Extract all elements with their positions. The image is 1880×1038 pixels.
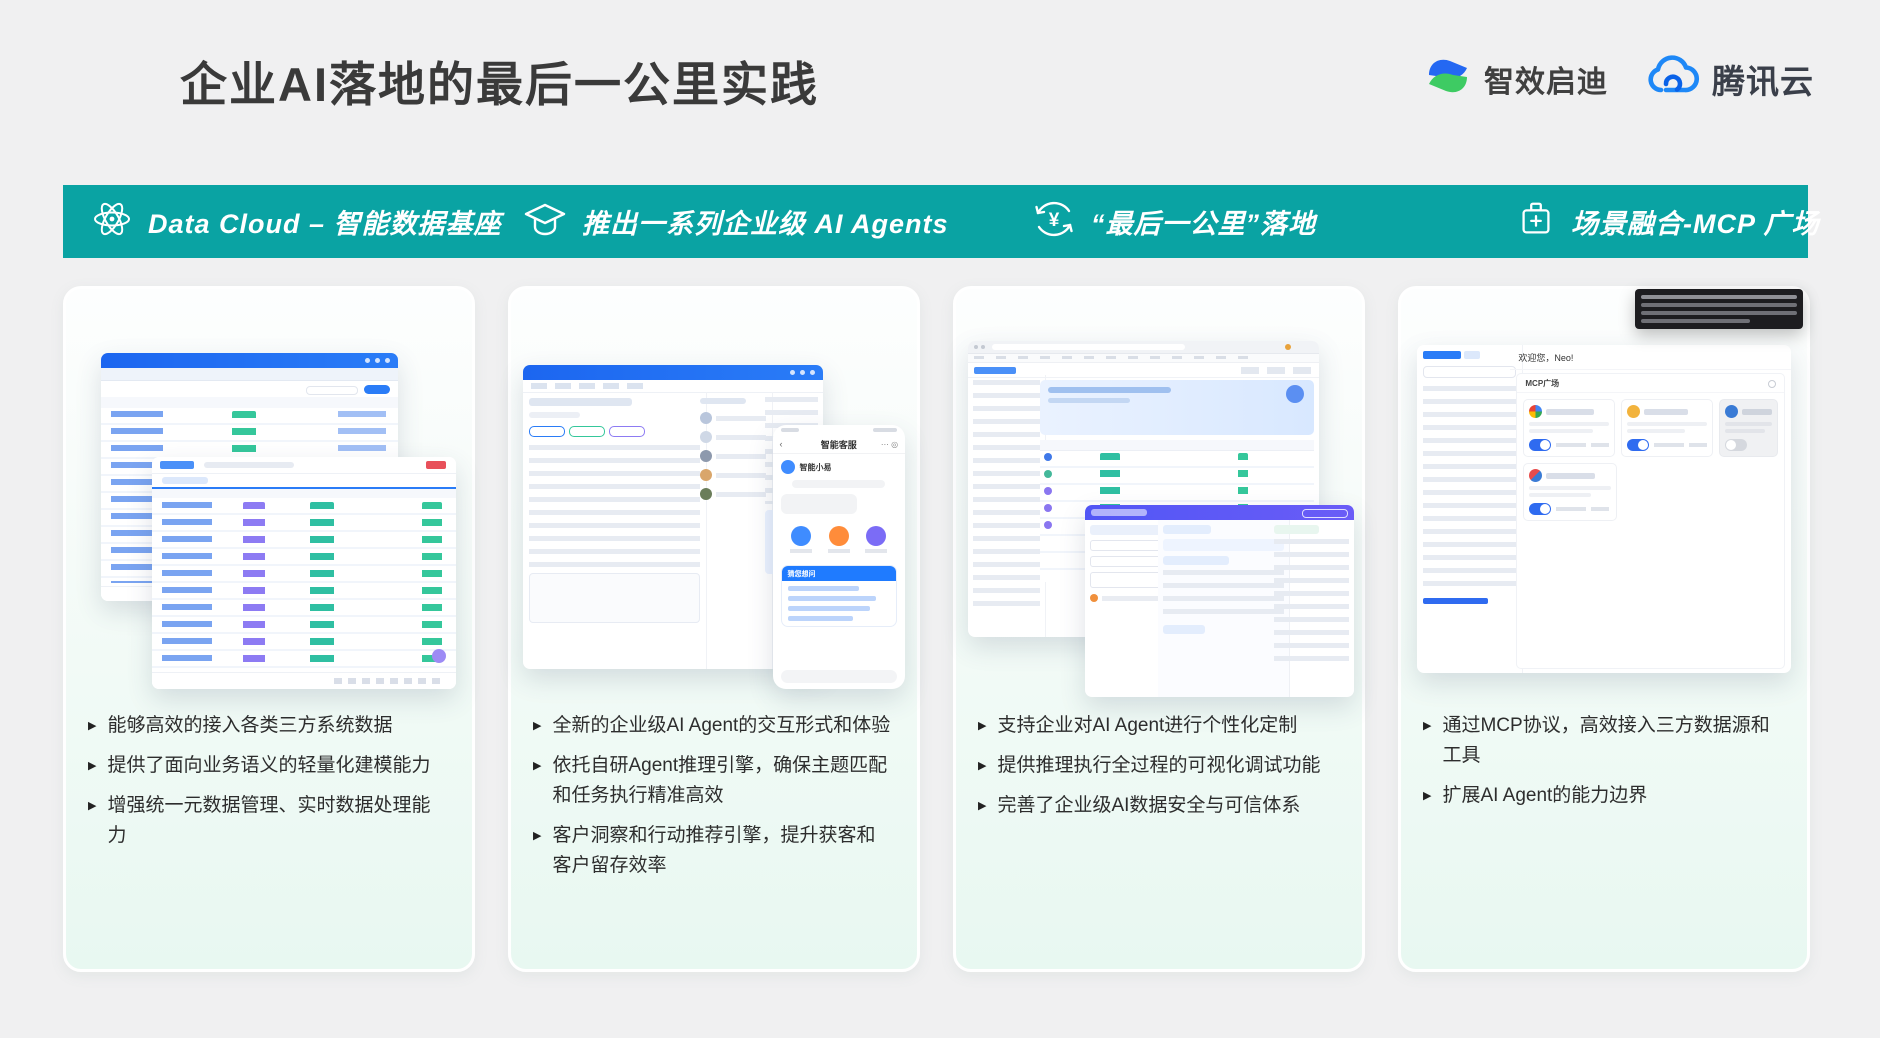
band-item-mcp: 场景融合-MCP 广场 — [1515, 185, 1820, 258]
bullet-text: 完善了企业级AI数据安全与可信体系 — [997, 791, 1300, 821]
bullet-item: ▶ 提供了面向业务语义的轻量化建模能力 — [88, 751, 448, 781]
bullet-text: 通过MCP协议，高效接入三方数据源和工具 — [1442, 711, 1783, 771]
card3-bullets: ▶ 支持企业对AI Agent进行个性化定制 ▶ 提供推理执行全过程的可视化调试功能… — [956, 711, 1362, 821]
graduation-cap-icon — [522, 197, 568, 246]
toggle-off — [1725, 439, 1747, 451]
mcp-greeting: 欢迎您，Neo! — [1518, 351, 1573, 364]
mcp-panel-title: MCP广场 — [1525, 378, 1559, 389]
zhixiao-logo-text: 智效启迪 — [1484, 57, 1608, 101]
more-icon: ⋯ ◎ — [881, 440, 898, 449]
atom-icon — [90, 197, 134, 246]
mockup-window-front — [152, 457, 456, 689]
bullet-item: ▶ 扩展AI Agent的能力边界 — [1423, 781, 1783, 811]
triangle-bullet-icon: ▶ — [978, 791, 986, 821]
card-last-mile: ▶ 支持企业对AI Agent进行个性化定制 ▶ 提供推理执行全过程的可视化调试功能… — [953, 286, 1365, 972]
mockup-mcp-window: 欢迎您，Neo! MCP广场 — [1417, 345, 1791, 673]
mockup-phone: ‹ 智能客服 ⋯ ◎ 智能小易 猜您想问 — [773, 425, 906, 689]
back-chevron-icon: ‹ — [780, 439, 783, 449]
page-title: 企业AI落地的最后一公里实践 — [180, 46, 819, 115]
triangle-bullet-icon: ▶ — [533, 711, 541, 741]
info-icon — [1768, 380, 1776, 388]
bullet-item: ▶客户洞察和行动推荐引擎，提升获客和客户留存效率 — [533, 821, 893, 881]
bullet-text: 扩展AI Agent的能力边界 — [1442, 781, 1647, 811]
card-mcp-marketplace: 欢迎您，Neo! MCP广场 — [1398, 286, 1810, 972]
bullet-text: 能够高效的接入各类三方系统数据 — [107, 711, 392, 741]
triangle-bullet-icon: ▶ — [533, 751, 541, 811]
triangle-bullet-icon: ▶ — [978, 711, 986, 741]
bullet-text: 全新的企业级AI Agent的交互形式和体验 — [552, 711, 890, 741]
card2-bullets: ▶全新的企业级AI Agent的交互形式和体验 ▶依托自研Agent推理引擎，确… — [511, 711, 917, 881]
zhixiao-logo-icon — [1422, 50, 1474, 107]
triangle-bullet-icon: ▶ — [88, 711, 96, 741]
tencent-cloud-logo-icon — [1644, 53, 1702, 104]
bullet-text: 提供推理执行全过程的可视化调试功能 — [997, 751, 1320, 781]
plus-box-icon — [1515, 197, 1557, 246]
tencent-cloud-logo-text: 腾讯云 — [1712, 55, 1814, 103]
card1-bullets: ▶能够高效的接入各类三方系统数据 ▶提供了面向业务语义的轻量化建模能力 ▶增强统… — [66, 711, 472, 851]
mcp-tile — [1523, 463, 1617, 521]
mockup-titlebar — [523, 365, 823, 380]
bullet-text: 增强统一元数据管理、实时数据处理能力 — [107, 791, 448, 851]
triangle-bullet-icon: ▶ — [88, 791, 96, 851]
bullet-item: ▶ 能够高效的接入各类三方系统数据 — [88, 711, 448, 741]
bullet-text: 提供了面向业务语义的轻量化建模能力 — [107, 751, 430, 781]
bot-avatar — [781, 460, 795, 474]
card3-screenshot — [964, 297, 1354, 697]
band-label: 推出一系列企业级 AI Agents — [582, 202, 949, 241]
bullet-item: ▶ 完善了企业级AI数据安全与可信体系 — [978, 791, 1338, 821]
card4-screenshot: 欢迎您，Neo! MCP广场 — [1409, 297, 1799, 697]
triangle-bullet-icon: ▶ — [1423, 781, 1431, 811]
bullet-item: ▶通过MCP协议，高效接入三方数据源和工具 — [1423, 711, 1783, 771]
bullet-text: 依托自研Agent推理引擎，确保主题匹配和任务执行精准高效 — [552, 751, 893, 811]
card4-bullets: ▶通过MCP协议，高效接入三方数据源和工具 ▶扩展AI Agent的能力边界 — [1401, 711, 1807, 811]
bullet-item: ▶依托自研Agent推理引擎，确保主题匹配和任务执行精准高效 — [533, 751, 893, 811]
triangle-bullet-icon: ▶ — [1423, 711, 1431, 771]
mockup-tooltip — [1635, 289, 1803, 329]
tencent-cloud-logo: 腾讯云 — [1644, 53, 1814, 104]
zhixiao-logo: 智效启迪 — [1422, 50, 1608, 107]
yen-cycle-icon: ¥ — [1031, 196, 1077, 247]
bullet-item: ▶ 全新的企业级AI Agent的交互形式和体验 — [533, 711, 893, 741]
mcp-tile-selected — [1719, 399, 1778, 457]
bullet-text: 客户洞察和行动推荐引擎，提升获客和客户留存效率 — [552, 821, 893, 881]
bullet-item: ▶ 提供推理执行全过程的可视化调试功能 — [978, 751, 1338, 781]
band-item-last-mile: ¥ “最后一公里”落地 — [1031, 185, 1316, 258]
suggest-title: 猜您想问 — [788, 569, 816, 579]
band-label: “最后一公里”落地 — [1091, 202, 1316, 241]
band-label: 场景融合-MCP 广场 — [1571, 202, 1820, 241]
logo-row: 智效启迪 腾讯云 — [1422, 50, 1814, 107]
mockup-debug-window — [1085, 505, 1354, 697]
band-label: Data Cloud – 智能数据基座 — [148, 202, 502, 241]
bot-name: 智能小易 — [800, 462, 832, 473]
triangle-bullet-icon: ▶ — [978, 751, 986, 781]
card-ai-agents: ‹ 智能客服 ⋯ ◎ 智能小易 猜您想问 — [508, 286, 920, 972]
toggle-on — [1529, 503, 1551, 515]
card2-screenshot: ‹ 智能客服 ⋯ ◎ 智能小易 猜您想问 — [519, 297, 909, 697]
card1-screenshot — [74, 297, 464, 697]
svg-text:¥: ¥ — [1049, 210, 1060, 231]
mockup-titlebar — [101, 353, 397, 368]
band-item-data-cloud: Data Cloud – 智能数据基座 — [90, 185, 502, 258]
band-item-ai-agents: 推出一系列企业级 AI Agents — [522, 185, 949, 258]
feature-band: Data Cloud – 智能数据基座 推出一系列企业级 AI Agents ¥… — [63, 185, 1808, 258]
mcp-tile — [1621, 399, 1713, 457]
bullet-text: 支持企业对AI Agent进行个性化定制 — [997, 711, 1297, 741]
phone-title: 智能客服 — [821, 438, 857, 451]
triangle-bullet-icon: ▶ — [533, 821, 541, 881]
mcp-tile — [1523, 399, 1615, 457]
bullet-item: ▶ 支持企业对AI Agent进行个性化定制 — [978, 711, 1338, 741]
triangle-bullet-icon: ▶ — [88, 751, 96, 781]
bullet-item: ▶增强统一元数据管理、实时数据处理能力 — [88, 791, 448, 851]
toggle-on — [1529, 439, 1551, 451]
card-data-cloud: ▶能够高效的接入各类三方系统数据 ▶提供了面向业务语义的轻量化建模能力 ▶增强统… — [63, 286, 475, 972]
toggle-on — [1627, 439, 1649, 451]
